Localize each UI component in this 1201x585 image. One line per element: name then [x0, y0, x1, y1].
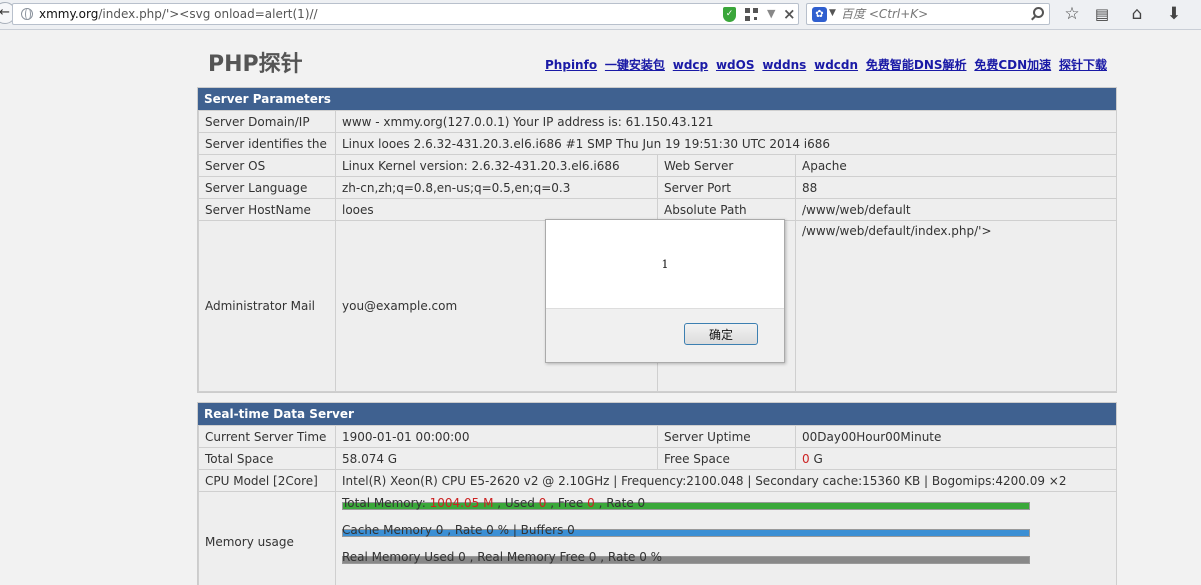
qr-code-icon[interactable] [745, 8, 758, 21]
label-cell: Server Domain/IP [198, 110, 336, 133]
value-cell: 58.074 G [335, 447, 658, 470]
table-row: Server Domain/IP www - xmmy.org(127.0.0.… [198, 110, 1117, 133]
table-row: Memory usage Total Memory: 1004.05 M , U… [198, 491, 1117, 585]
ok-button[interactable]: 确定 [684, 323, 758, 345]
value-cell: 88 [795, 176, 1117, 199]
search-input[interactable] [841, 6, 1026, 22]
baidu-paw-icon[interactable]: ✿ [812, 7, 827, 22]
table-row: Server HostName looes Absolute Path /www… [198, 198, 1117, 221]
nav-links: Phpinfo 一键安装包 wdcp wdOS wddns wdcdn 免费智能… [541, 56, 1107, 73]
label-cell: Current Server Time [198, 425, 336, 448]
label-cell: Server Port [657, 176, 796, 199]
section-heading: Server Parameters [198, 88, 1116, 110]
memory-usage-cell: Total Memory: 1004.05 M , Used 0 , Free … [335, 491, 1117, 585]
alert-footer: 确定 [546, 308, 784, 362]
nav-link-free-dns[interactable]: 免费智能DNS解析 [866, 58, 967, 72]
label-cell: Server identifies the [198, 132, 336, 155]
nav-link-wdcdn[interactable]: wdcdn [814, 58, 858, 72]
chevron-down-icon[interactable]: ▼ [767, 7, 775, 20]
search-bar[interactable]: ✿ ▼ [806, 3, 1050, 25]
shield-icon[interactable]: ✓ [723, 7, 736, 22]
label-cell: Web Server [657, 154, 796, 177]
nav-link-wdos[interactable]: wdOS [716, 58, 755, 72]
nav-link-probe-download[interactable]: 探针下载 [1059, 58, 1107, 72]
nav-link-wddns[interactable]: wddns [762, 58, 806, 72]
alert-message: 1 [661, 258, 669, 271]
value-cell: Linux Kernel version: 2.6.32-431.20.3.el… [335, 154, 658, 177]
chevron-down-icon[interactable]: ▼ [829, 8, 836, 18]
value-cell: 0 G [795, 447, 1117, 470]
value-cell: looes [335, 198, 658, 221]
value-cell: zh-cn,zh;q=0.8,en-us;q=0.5,en;q=0.3 [335, 176, 658, 199]
label-cell: Server Uptime [657, 425, 796, 448]
nav-link-installer[interactable]: 一键安装包 [605, 58, 665, 72]
label-cell: Free Space [657, 447, 796, 470]
value-cell: /www/web/default [795, 198, 1117, 221]
table-row: CPU Model [2Core] Intel(R) Xeon(R) CPU E… [198, 469, 1117, 492]
label-cell: Absolute Path [657, 198, 796, 221]
value-cell: Linux looes 2.6.32-431.20.3.el6.i686 #1 … [335, 132, 1117, 155]
table-row: Server OS Linux Kernel version: 2.6.32-4… [198, 154, 1117, 177]
label-cell: Total Space [198, 447, 336, 470]
table-row: Current Server Time 1900-01-01 00:00:00 … [198, 425, 1117, 448]
label-cell: CPU Model [2Core] [198, 469, 336, 492]
value-cell: 00Day00Hour00Minute [795, 425, 1117, 448]
nav-link-free-cdn[interactable]: 免费CDN加速 [974, 58, 1051, 72]
nav-link-wdcp[interactable]: wdcp [673, 58, 708, 72]
value-cell: Apache [795, 154, 1117, 177]
label-cell: Server Language [198, 176, 336, 199]
table-row: Server Language zh-cn,zh;q=0.8,en-us;q=0… [198, 176, 1117, 199]
globe-icon [21, 8, 33, 20]
realtime-data-table: Current Server Time 1900-01-01 00:00:00 … [198, 425, 1117, 585]
download-icon[interactable]: ⬇ [1164, 4, 1184, 24]
nav-link-phpinfo[interactable]: Phpinfo [545, 58, 597, 72]
alert-dialog: 1 确定 [545, 219, 785, 363]
table-row: Total Space 58.074 G Free Space 0 G [198, 447, 1117, 470]
label-cell: Server OS [198, 154, 336, 177]
page-title: PHP探针 [208, 52, 303, 77]
reading-list-icon[interactable]: ▤ [1092, 4, 1112, 24]
label-cell: Server HostName [198, 198, 336, 221]
address-bar[interactable]: xmmy.org/index.php/'><svg onload=alert(1… [12, 3, 799, 25]
close-icon[interactable]: × [783, 5, 796, 23]
free-space-unit: G [809, 451, 823, 466]
browser-toolbar: ← xmmy.org/index.php/'><svg onload=alert… [0, 0, 1201, 30]
value-cell: /www/web/default/index.php/'> [795, 220, 1117, 392]
star-icon[interactable]: ☆ [1062, 4, 1082, 24]
value-cell: www - xmmy.org(127.0.0.1) Your IP addres… [335, 110, 1117, 133]
label-cell: Memory usage [198, 491, 336, 585]
section-heading: Real-time Data Server [198, 403, 1116, 425]
label-cell: Administrator Mail [198, 220, 336, 392]
realtime-data-section: Real-time Data Server Current Server Tim… [197, 402, 1117, 585]
home-icon[interactable]: ⌂ [1127, 4, 1147, 24]
url-text[interactable]: xmmy.org/index.php/'><svg onload=alert(1… [39, 7, 318, 21]
search-icon[interactable] [1033, 7, 1044, 18]
table-row: Server identifies the Linux looes 2.6.32… [198, 132, 1117, 155]
free-space-value: 0 [802, 451, 810, 466]
value-cell: Intel(R) Xeon(R) CPU E5-2620 v2 @ 2.10GH… [335, 469, 1117, 492]
value-cell: 1900-01-01 00:00:00 [335, 425, 658, 448]
